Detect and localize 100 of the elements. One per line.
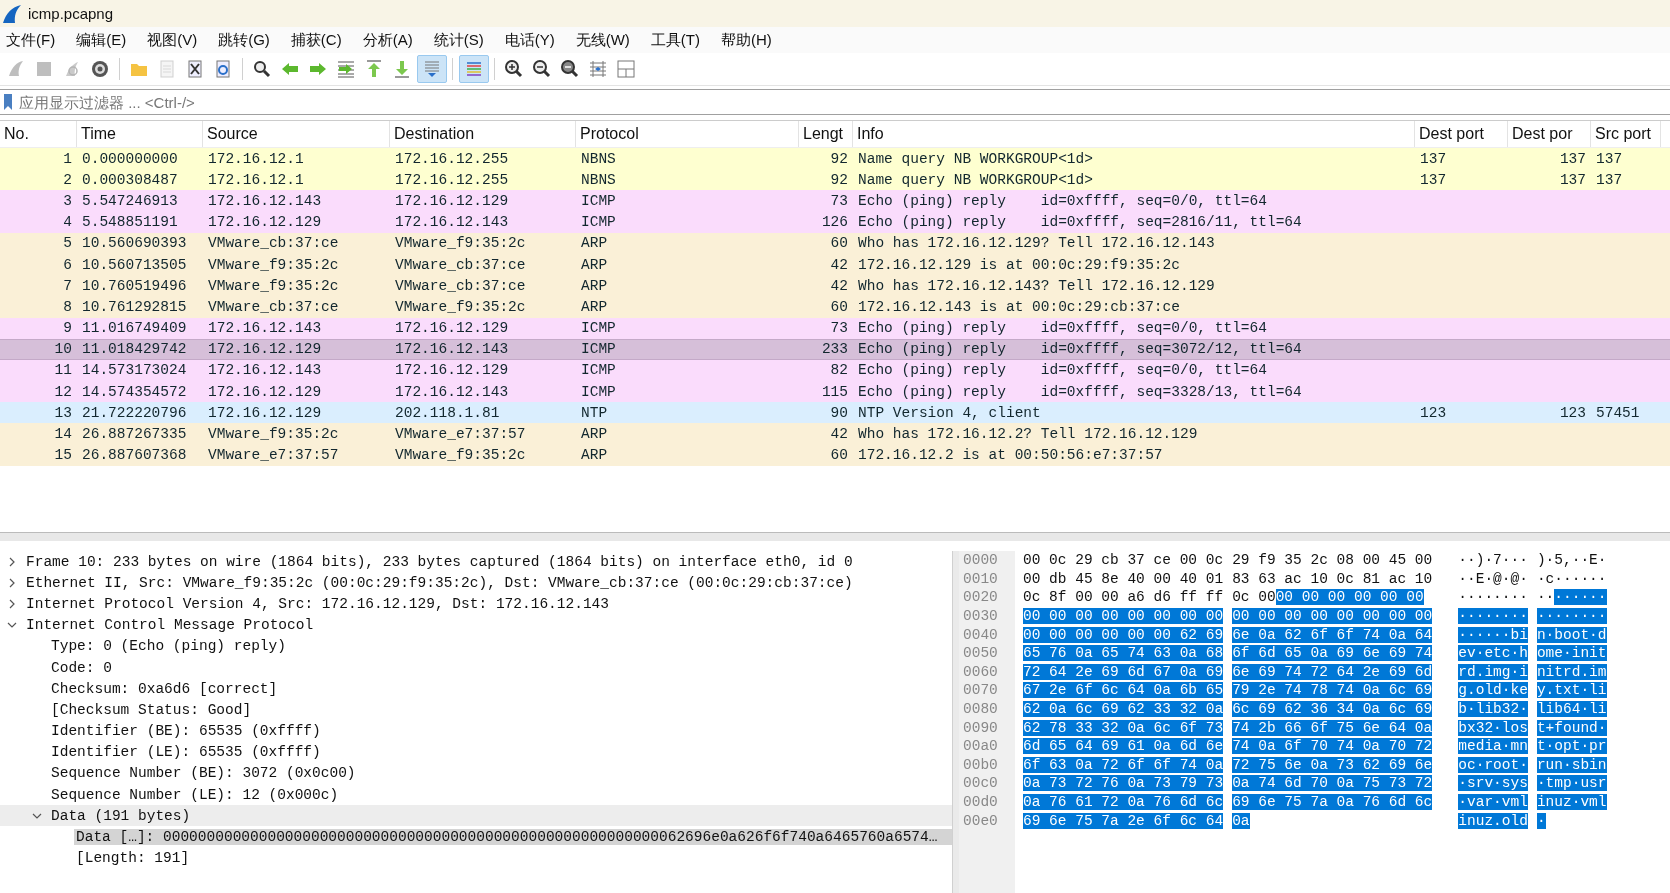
source-cell: 172.16.12.1	[208, 150, 304, 167]
info-cell: Name query NB WORKGROUP<1d>	[858, 171, 1093, 188]
hex-bytes: 62 0a 6c 69 62 33 32 0a	[1023, 701, 1224, 718]
menu-item[interactable]: 捕获(C)	[290, 30, 342, 50]
tree-row[interactable]: Sequence Number (LE): 12 (0x000c)	[0, 784, 952, 806]
menu-item[interactable]: 跳转(G)	[218, 30, 270, 50]
tree-row[interactable]: [Checksum Status: Good]	[0, 699, 952, 721]
packet-row[interactable]: 12 14.574354572 172.16.12.129 172.16.12.143 ICMP 115 Echo (ping) reply id=0xffff, seq=3328/13, ttl=64	[0, 381, 1670, 403]
ascii-text: media·mn	[1458, 738, 1528, 755]
port-cell: 57451	[1596, 404, 1640, 421]
time-cell: 0.000000000	[82, 150, 178, 167]
packet-row[interactable]: 11 14.573173024 172.16.12.143 172.16.12.129 ICMP 82 Echo (ping) reply id=0xffff, seq=0/0, ttl=64	[0, 359, 1670, 382]
packet-row[interactable]: 10 11.018429742 172.16.12.129 172.16.12.143 ICMP 233 Echo (ping) reply id=0xffff, seq=3072/12, ttl=64	[0, 338, 1670, 360]
tree-row[interactable]: Code: 0	[0, 656, 952, 679]
menu-item[interactable]: 统计(S)	[433, 30, 484, 50]
ascii-text: oc·root·	[1458, 756, 1528, 773]
splitter-handle[interactable]	[952, 551, 959, 893]
packet-row[interactable]: 7 10.760519496 VMware_f9:35:2c VMware_cb:37:ce ARP 42 Who has 172.16.12.143? Tell 172.16.12.129	[0, 275, 1670, 297]
protocol-cell: ICMP	[581, 341, 616, 358]
packet-row[interactable]: 13 21.722220796 172.16.12.129 202.118.1.81 NTP 90 NTP Version 4, client 123 123 57451	[0, 402, 1670, 424]
length-cell: 73	[830, 320, 848, 337]
packet-row[interactable]: 1 0.000000000 172.16.12.1 172.16.12.255 NBNS 92 Name query NB WORKGROUP<1d> 137 137 137	[0, 148, 1670, 170]
column-header[interactable]: Info	[853, 121, 1415, 147]
tree-row[interactable]: [Length: 191]	[0, 847, 952, 869]
destination-cell: 172.16.12.129	[395, 362, 509, 379]
destination-cell: 172.16.12.129	[395, 320, 509, 337]
ascii-text: lib64·li	[1536, 701, 1607, 718]
chevron-icon[interactable]	[7, 598, 17, 609]
protocol-cell: ICMP	[581, 383, 616, 400]
column-header[interactable]: Lengt	[799, 121, 853, 147]
offset-label: 0080	[963, 700, 999, 719]
bookmark-icon[interactable]	[3, 93, 13, 111]
ascii-text: ········	[1458, 589, 1528, 606]
packet-row[interactable]: 2 0.000308487 172.16.12.1 172.16.12.255 NBNS 92 Name query NB WORKGROUP<1d> 137 137 137	[0, 169, 1670, 191]
number-cell: 8	[63, 298, 72, 315]
menu-item[interactable]: 分析(A)	[362, 30, 413, 50]
packet-row[interactable]: 3 5.547246913 172.16.12.143 172.16.12.129 ICMP 73 Echo (ping) reply id=0xffff, seq=0/0, ttl=64	[0, 190, 1670, 212]
time-cell: 10.560713505	[82, 256, 187, 273]
packet-row[interactable]: 4 5.548851191 172.16.12.129 172.16.12.143 ICMP 126 Echo (ping) reply id=0xffff, seq=2816/11, ttl=64	[0, 211, 1670, 233]
protocol-cell: ARP	[581, 426, 608, 443]
hex-bytes: 74 0a 6f 70 74 0a 70 72	[1232, 738, 1433, 755]
menu-item[interactable]: 视图(V)	[147, 30, 198, 50]
splitter-handle[interactable]	[0, 532, 1670, 541]
destination-cell: 172.16.12.143	[395, 214, 509, 231]
chevron-icon[interactable]	[7, 577, 17, 588]
column-header[interactable]: No.	[0, 121, 77, 147]
protocol-cell: ARP	[581, 256, 608, 273]
menu-item[interactable]: 工具(T)	[650, 30, 700, 50]
gear-icon	[90, 59, 110, 79]
menu-item[interactable]: 帮助(H)	[720, 30, 772, 50]
tree-row[interactable]: Identifier (BE): 65535 (0xffff)	[0, 720, 952, 742]
tree-row[interactable]: Sequence Number (BE): 3072 (0x0c00)	[0, 762, 952, 785]
ascii-text: bx32·los	[1458, 719, 1528, 736]
column-header[interactable]: Source	[203, 121, 390, 147]
time-cell: 26.887607368	[82, 447, 187, 464]
chevron-icon[interactable]	[7, 556, 17, 567]
info-cell: Echo (ping) reply id=0xffff, seq=0/0, ttl=64	[858, 362, 1267, 379]
tree-row[interactable]: Internet Control Message Protocol	[0, 614, 952, 636]
tree-row[interactable]: Identifier (LE): 65535 (0xffff)	[0, 741, 952, 763]
time-cell: 11.018429742	[82, 341, 187, 358]
number-cell: 14	[54, 426, 72, 443]
packet-row[interactable]: 14 26.887267335 VMware_f9:35:2c VMware_e7:37:57 ARP 42 Who has 172.16.12.2? Tell 172.16.12.129	[0, 423, 1670, 445]
packet-row[interactable]: 15 26.887607368 VMware_e7:37:57 VMware_f9:35:2c ARP 60 172.16.12.2 is at 00:50:56:e7:37:57	[0, 444, 1670, 466]
tree-row[interactable]: Data (191 bytes)	[0, 805, 952, 827]
offset-label: 0040	[963, 625, 999, 644]
ascii-text: ·srv·sys	[1458, 775, 1528, 792]
offset-label: 00b0	[963, 755, 999, 775]
time-cell: 10.560690393	[82, 235, 187, 252]
column-header[interactable]: Src port	[1591, 121, 1661, 147]
tree-row[interactable]: Type: 0 (Echo (ping) reply)	[0, 635, 952, 657]
column-header[interactable]: Dest por	[1508, 121, 1591, 147]
info-cell: Echo (ping) reply id=0xffff, seq=0/0, ttl=64	[858, 192, 1267, 209]
tree-row[interactable]: Ethernet II, Src: VMware_f9:35:2c (00:0c:29:f9:35:2c), Dst: VMware_cb:37:ce (00:0c:29:cb:37:ce)	[0, 572, 952, 594]
packet-row[interactable]: 5 10.560690393 VMware_cb:37:ce VMware_f9:35:2c ARP 60 Who has 172.16.12.129? Tell 172.16.12.143	[0, 232, 1670, 254]
packet-row[interactable]: 6 10.560713505 VMware_f9:35:2c VMware_cb:37:ce ARP 42 172.16.12.129 is at 00:0c:29:f9:35:2c	[0, 253, 1670, 276]
display-filter-field[interactable]: 应用显示过滤器 ... <Ctrl-/>	[17, 91, 1670, 113]
source-cell: 172.16.12.1	[208, 171, 304, 188]
ascii-text: ··E·@·@·	[1458, 570, 1528, 587]
packet-row[interactable]: 8 10.761292815 VMware_cb:37:ce VMware_f9:35:2c ARP 60 172.16.12.143 is at 00:0c:29:cb:37:ce	[0, 296, 1670, 318]
ascii-text: ·tmp·usr	[1536, 775, 1607, 792]
reload-icon	[213, 59, 233, 79]
column-header[interactable]: Destination	[390, 121, 576, 147]
info-cell: Name query NB WORKGROUP<1d>	[858, 150, 1093, 167]
packet-row[interactable]: 9 11.016749409 172.16.12.143 172.16.12.129 ICMP 73 Echo (ping) reply id=0xffff, seq=0/0, ttl=64	[0, 317, 1670, 339]
tree-row[interactable]: Checksum: 0xa6d6 [correct]	[0, 678, 952, 700]
ascii-text: ······bi	[1458, 626, 1528, 643]
menu-item[interactable]: 电话(Y)	[504, 30, 555, 50]
menu-item[interactable]: 文件(F)	[6, 30, 56, 50]
length-cell: 60	[830, 298, 848, 315]
tree-row[interactable]: Frame 10: 233 bytes on wire (1864 bits), 233 bytes captured (1864 bits) on interface eth0, id 0	[0, 551, 952, 573]
column-header[interactable]: Time	[77, 121, 203, 147]
hex-bytes: 72 75 6e 0a 73 62 69 6e	[1232, 756, 1433, 773]
menu-item[interactable]: 编辑(E)	[76, 30, 127, 50]
column-header[interactable]: Protocol	[576, 121, 799, 147]
tree-row[interactable]: Internet Protocol Version 4, Src: 172.16.12.129, Dst: 172.16.12.143	[0, 593, 952, 615]
menu-item[interactable]: 无线(W)	[575, 30, 630, 50]
column-header[interactable]: Dest port	[1415, 121, 1508, 147]
resize-columns-icon	[588, 59, 608, 79]
ascii-text: t+found·	[1536, 719, 1607, 736]
time-cell: 14.573173024	[82, 362, 187, 379]
